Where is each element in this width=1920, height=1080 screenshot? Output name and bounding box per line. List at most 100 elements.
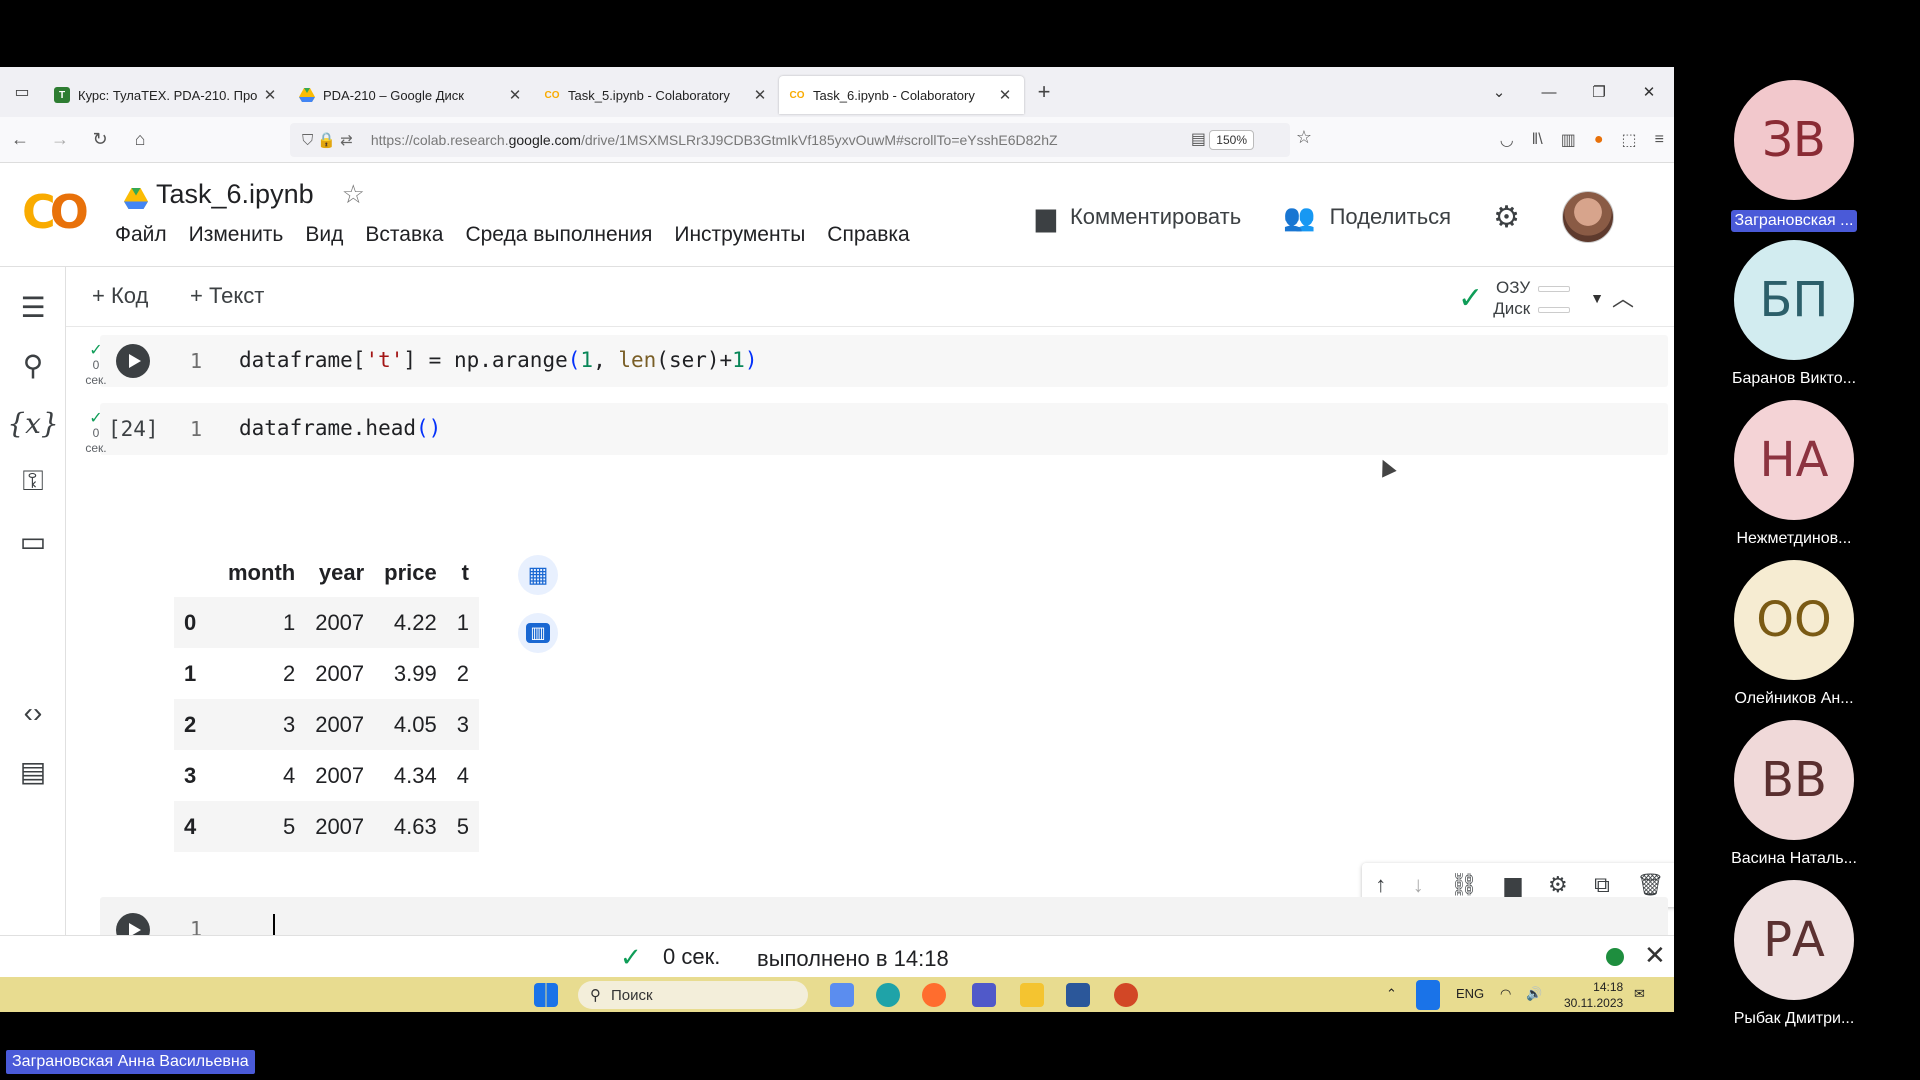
reload-icon[interactable]: ↻ xyxy=(80,129,120,150)
language-indicator[interactable]: ENG xyxy=(1456,986,1484,1001)
close-tab-icon[interactable]: ✕ xyxy=(506,86,524,104)
move-up-icon[interactable]: ↑ xyxy=(1375,872,1386,898)
avatar[interactable] xyxy=(1562,191,1614,243)
tab-google-drive[interactable]: PDA-210 – Google Диск ✕ xyxy=(289,76,534,114)
add-text-button[interactable]: + Текст xyxy=(190,283,264,309)
menu-tools[interactable]: Инструменты xyxy=(674,223,805,247)
participant-tile[interactable]: БП Баранов Викто... xyxy=(1714,240,1874,388)
file-explorer-icon[interactable] xyxy=(1020,983,1044,1007)
colab-logo[interactable]: CO xyxy=(22,185,89,239)
move-down-icon[interactable]: ↓ xyxy=(1413,872,1424,898)
column-header: t xyxy=(461,560,469,585)
delete-icon[interactable]: 🗑 xyxy=(1636,872,1664,898)
folder-icon[interactable]: ▭ xyxy=(0,525,66,558)
settings-gear-icon[interactable]: ⚙ xyxy=(1548,872,1568,898)
chart-suggestion-icon[interactable]: ▥ xyxy=(518,613,558,653)
restore-icon[interactable]: ❐ xyxy=(1574,83,1624,101)
google-drive-icon[interactable] xyxy=(124,185,148,209)
notebook-toolbar: + Код + Текст ✓ ОЗУ Диск ▼ ︿ xyxy=(66,267,1674,327)
table-view-icon[interactable]: ▦ xyxy=(518,555,558,595)
code-snippets-icon[interactable]: ‹› xyxy=(0,697,66,729)
cell-t: 2 xyxy=(456,660,469,686)
add-code-button[interactable]: + Код xyxy=(92,283,148,309)
mirror-cell-icon[interactable]: ⧉ xyxy=(1594,872,1610,898)
copilot-icon[interactable] xyxy=(830,983,854,1007)
microphone-icon[interactable] xyxy=(1416,980,1440,1010)
windows-start-icon[interactable] xyxy=(534,983,558,1007)
dropdown-caret-icon[interactable]: ▼ xyxy=(1590,290,1604,306)
url-bar[interactable]: ⛉ 🔒 ⇄ https://colab.research.google.com/… xyxy=(290,123,1312,157)
share-button[interactable]: 👥 Поделиться xyxy=(1283,202,1451,233)
run-cell-button[interactable] xyxy=(116,344,150,378)
powerpoint-icon[interactable] xyxy=(1114,983,1138,1007)
notebook-title-row: Task_6.ipynb ☆ xyxy=(124,179,365,210)
extensions-icon[interactable]: ⬚ xyxy=(1622,130,1637,150)
star-icon[interactable]: ☆ xyxy=(342,179,365,210)
teams-icon[interactable] xyxy=(972,983,996,1007)
minimize-icon[interactable]: — xyxy=(1524,84,1574,101)
close-tab-icon[interactable]: ✕ xyxy=(996,86,1014,104)
settings-gear-icon[interactable]: ⚙ xyxy=(1493,200,1520,235)
table-of-contents-icon[interactable]: ☰ xyxy=(0,291,66,324)
notebook-title[interactable]: Task_6.ipynb xyxy=(156,179,314,210)
notifications-icon[interactable]: ✉ xyxy=(1634,986,1645,1002)
tab-task6[interactable]: CO Task_6.ipynb - Colaboratory ✕ xyxy=(779,76,1024,114)
search-icon[interactable]: ⚲ xyxy=(0,349,66,382)
home-icon[interactable]: ⌂ xyxy=(120,129,160,150)
comment-button[interactable]: ▆ Комментировать xyxy=(1036,202,1241,233)
participant-tile[interactable]: ВВ Васина Наталь... xyxy=(1714,720,1874,868)
ram-meter xyxy=(1538,285,1571,292)
wifi-icon[interactable]: ◠ xyxy=(1500,986,1511,1002)
tray-expand-icon[interactable]: ⌃ xyxy=(1386,986,1397,1002)
taskbar-search[interactable]: ⚲ Поиск xyxy=(578,981,808,1009)
terminal-icon[interactable]: ▤ xyxy=(0,755,66,788)
menu-help[interactable]: Справка xyxy=(827,223,909,247)
pocket-icon[interactable]: ◡ xyxy=(1500,130,1514,150)
code-cell[interactable]: ✓ 0 сек. [24] 1 dataframe.head() xyxy=(85,403,1668,455)
sidebar-icon[interactable]: ▥ xyxy=(1561,130,1576,150)
word-icon[interactable] xyxy=(1066,983,1090,1007)
extension-icon[interactable]: ● xyxy=(1594,131,1604,149)
tab-overflow-icon[interactable]: ⌄ xyxy=(1474,83,1524,101)
collapse-header-icon[interactable]: ︿ xyxy=(1612,281,1634,313)
secrets-key-icon[interactable]: ⚿ xyxy=(0,465,66,498)
library-icon[interactable]: ‖\ xyxy=(1532,131,1543,149)
participant-tile[interactable]: РА Рыбак Дмитри... xyxy=(1714,880,1874,1028)
zoom-level[interactable]: 150% xyxy=(1209,130,1254,150)
bookmark-star-icon[interactable]: ☆ xyxy=(1296,127,1312,148)
code-line[interactable]: dataframe.head() xyxy=(239,416,441,440)
link-icon[interactable]: ⛓ xyxy=(1450,872,1478,898)
menu-icon[interactable]: ≡ xyxy=(1655,131,1664,149)
close-tab-icon[interactable]: ✕ xyxy=(751,86,769,104)
close-window-icon[interactable]: ✕ xyxy=(1624,83,1674,101)
close-icon[interactable]: ✕ xyxy=(1644,940,1666,971)
code-line[interactable]: dataframe['t'] = np.arange(1, len(ser)+1… xyxy=(239,348,757,372)
code-cell[interactable]: ✓ 0 сек. 1 dataframe['t'] = np.arange(1,… xyxy=(85,335,1668,387)
new-tab-button[interactable]: + xyxy=(1024,79,1064,105)
close-tab-icon[interactable]: ✕ xyxy=(261,86,279,104)
firefox-icon[interactable] xyxy=(922,983,946,1007)
menu-file[interactable]: Файл xyxy=(115,223,167,247)
participant-tile[interactable]: ЗВ Заграновская ... xyxy=(1714,80,1874,237)
reader-view-icon[interactable]: ▤ xyxy=(1191,129,1206,149)
tab-task5[interactable]: CO Task_5.ipynb - Colaboratory ✕ xyxy=(534,76,779,114)
volume-icon[interactable]: 🔊 xyxy=(1526,986,1542,1002)
menu-edit[interactable]: Изменить xyxy=(189,223,284,247)
forward-icon[interactable]: → xyxy=(40,129,80,150)
clock[interactable]: 14:18 30.11.2023 xyxy=(1564,979,1623,1011)
tab-moodle[interactable]: T Курс: ТулаТЕХ. PDA-210. Про ✕ xyxy=(44,76,289,114)
menu-view[interactable]: Вид xyxy=(305,223,343,247)
shield-icon[interactable]: ⛉ 🔒 ⇄ xyxy=(302,131,353,149)
back-icon[interactable]: ← xyxy=(0,129,40,150)
menu-runtime[interactable]: Среда выполнения xyxy=(465,223,652,247)
cell-t: 3 xyxy=(446,699,479,750)
colab-icon: CO xyxy=(544,89,560,101)
participant-tile[interactable]: НА Нежметдинов... xyxy=(1714,400,1874,548)
variables-icon[interactable]: {x} xyxy=(0,407,66,440)
participant-tile[interactable]: ОО Олейников Ан... xyxy=(1714,560,1874,708)
comment-icon[interactable]: ▆ xyxy=(1505,872,1522,898)
edge-icon[interactable] xyxy=(876,983,900,1007)
resource-indicator[interactable]: ✓ ОЗУ Диск ▼ xyxy=(1458,277,1604,319)
tab-list-icon[interactable]: ▭ xyxy=(0,67,44,117)
menu-insert[interactable]: Вставка xyxy=(365,223,443,247)
